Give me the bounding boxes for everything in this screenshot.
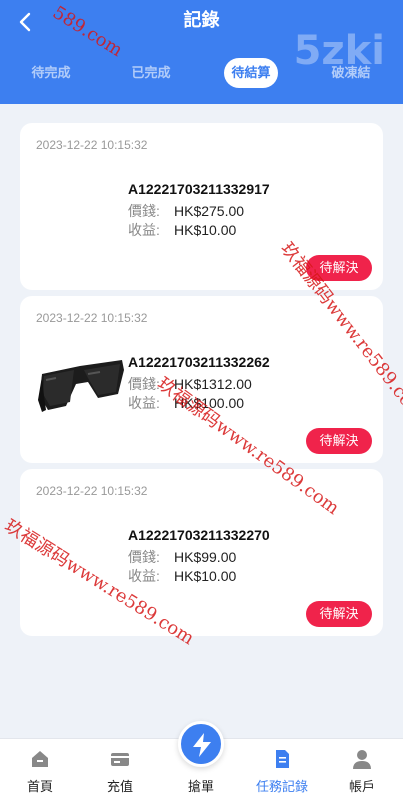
income-label: 收益: bbox=[128, 395, 160, 411]
tabbar-label: 帳戶 bbox=[348, 779, 375, 794]
tabbar-label: 任務記錄 bbox=[255, 779, 308, 794]
order-income-row: 收益: HK$100.00 bbox=[128, 393, 244, 413]
price-label: 價錢: bbox=[128, 376, 160, 392]
income-label: 收益: bbox=[128, 568, 160, 584]
status-badge[interactable]: 待解決 bbox=[306, 428, 372, 454]
order-price: HK$1312.00 bbox=[174, 376, 252, 392]
status-badge[interactable]: 待解決 bbox=[306, 255, 372, 281]
user-icon bbox=[353, 750, 371, 769]
tabbar-item-account[interactable]: 帳戶 bbox=[322, 739, 402, 799]
tab-frozen[interactable]: 破凍結 bbox=[322, 58, 380, 88]
card-icon bbox=[111, 753, 129, 766]
order-income: HK$10.00 bbox=[174, 222, 237, 238]
order-price-row: 價錢: HK$99.00 bbox=[128, 547, 236, 567]
order-income-row: 收益: HK$10.00 bbox=[128, 220, 236, 240]
order-income: HK$10.00 bbox=[174, 568, 237, 584]
grab-order-button[interactable] bbox=[178, 721, 224, 767]
sunglasses-product-image bbox=[38, 360, 124, 412]
order-price-row: 價錢: HK$1312.00 bbox=[128, 374, 252, 394]
price-label: 價錢: bbox=[128, 203, 160, 219]
income-label: 收益: bbox=[128, 222, 160, 238]
document-icon bbox=[276, 750, 289, 768]
price-label: 價錢: bbox=[128, 549, 160, 565]
order-price: HK$275.00 bbox=[174, 203, 245, 219]
order-card[interactable]: 2023-12-22 10:15:32 A12221703211332270 價… bbox=[20, 469, 383, 636]
order-id: A12221703211332917 bbox=[128, 181, 270, 197]
tab-pending[interactable]: 待完成 bbox=[22, 58, 80, 88]
tabbar-label: 充值 bbox=[106, 779, 133, 794]
tabbar-label: 搶單 bbox=[187, 779, 214, 794]
order-time: 2023-12-22 10:15:32 bbox=[36, 138, 148, 152]
lightning-icon bbox=[193, 733, 211, 757]
order-time: 2023-12-22 10:15:32 bbox=[36, 311, 148, 325]
order-id: A12221703211332270 bbox=[128, 527, 270, 543]
home-icon bbox=[32, 751, 48, 767]
tabbar-label: 首頁 bbox=[26, 779, 53, 794]
tab-completed[interactable]: 已完成 bbox=[120, 58, 182, 88]
order-price: HK$99.00 bbox=[174, 549, 237, 565]
order-income-row: 收益: HK$10.00 bbox=[128, 566, 236, 586]
status-tabs: 待完成 已完成 待結算 破凍結 bbox=[0, 58, 403, 88]
tabbar-item-home[interactable]: 首頁 bbox=[0, 739, 80, 799]
top-header: 記錄 5zki 待完成 已完成 待結算 破凍結 bbox=[0, 0, 403, 104]
order-price-row: 價錢: HK$275.00 bbox=[128, 201, 244, 221]
tab-to-settle[interactable]: 待結算 bbox=[224, 58, 278, 88]
order-card[interactable]: 2023-12-22 10:15:32 A12221703211332917 價… bbox=[20, 123, 383, 290]
status-badge[interactable]: 待解決 bbox=[306, 601, 372, 627]
order-income: HK$100.00 bbox=[174, 395, 245, 411]
order-card[interactable]: 2023-12-22 10:15:32 A12221703211332262 價… bbox=[20, 296, 383, 463]
tabbar-item-task-records[interactable]: 任務記錄 bbox=[242, 739, 322, 799]
order-time: 2023-12-22 10:15:32 bbox=[36, 484, 148, 498]
order-id: A12221703211332262 bbox=[128, 354, 270, 370]
tabbar-item-recharge[interactable]: 充值 bbox=[80, 739, 160, 799]
